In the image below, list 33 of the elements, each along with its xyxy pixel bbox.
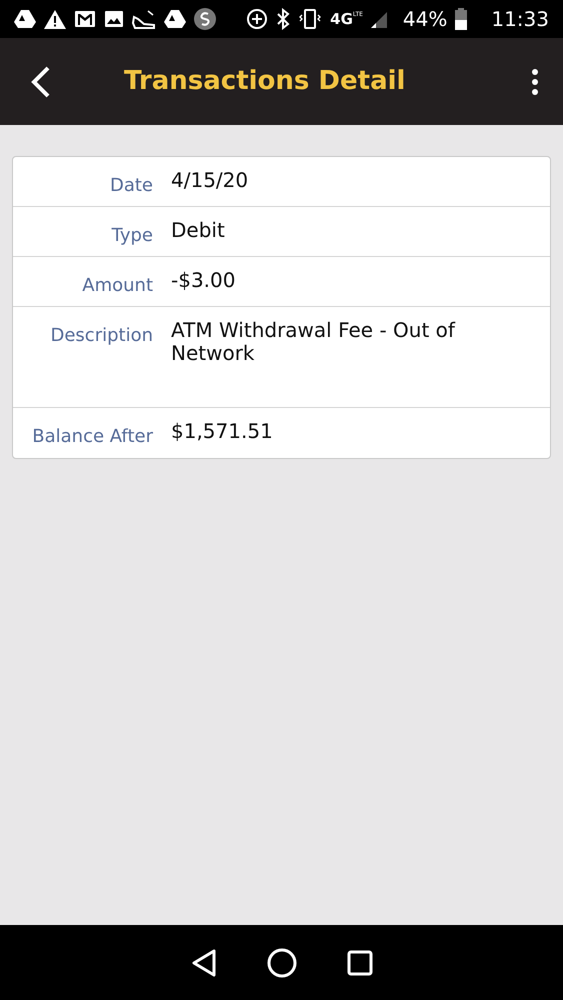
- wave-circle-icon: [194, 8, 216, 30]
- battery-icon: [455, 8, 468, 30]
- warning-icon: [44, 9, 66, 29]
- add-circle-icon: [246, 8, 268, 30]
- back-button[interactable]: [30, 64, 52, 98]
- field-value: Debit: [170, 219, 226, 244]
- bluetooth-icon: [276, 8, 290, 30]
- field-value: -$3.00: [170, 269, 236, 294]
- field-value: $1,571.51: [170, 420, 274, 445]
- image-icon: [104, 10, 124, 28]
- field-label: Type: [110, 224, 153, 248]
- more-vertical-icon: [531, 68, 539, 96]
- network-label: 4G: [330, 12, 353, 26]
- recents-nav-icon[interactable]: [346, 948, 374, 976]
- field-label: Amount: [81, 274, 153, 298]
- field-label: Date: [108, 174, 153, 198]
- back-nav-icon[interactable]: [190, 948, 218, 978]
- more-button[interactable]: [531, 68, 539, 96]
- field-label: Description: [49, 324, 153, 348]
- shoe-icon: [132, 9, 156, 29]
- mail-icon: [74, 10, 96, 28]
- chevron-left-icon: [30, 64, 52, 98]
- triangle-logo-icon: [14, 9, 36, 29]
- home-nav-icon[interactable]: [266, 946, 298, 978]
- field-value: ATM Withdrawal Fee - Out of Network: [170, 319, 456, 367]
- triangle-logo-icon: [164, 9, 186, 29]
- battery-percent: 44%: [402, 9, 448, 29]
- field-label: Balance After: [31, 425, 153, 449]
- screen-title: Transactions Detail: [123, 65, 406, 98]
- vibrate-icon: [298, 8, 322, 30]
- field-value: 4/15/20: [170, 169, 250, 194]
- signal-icon: [370, 10, 387, 28]
- clock: 11:33: [491, 9, 549, 29]
